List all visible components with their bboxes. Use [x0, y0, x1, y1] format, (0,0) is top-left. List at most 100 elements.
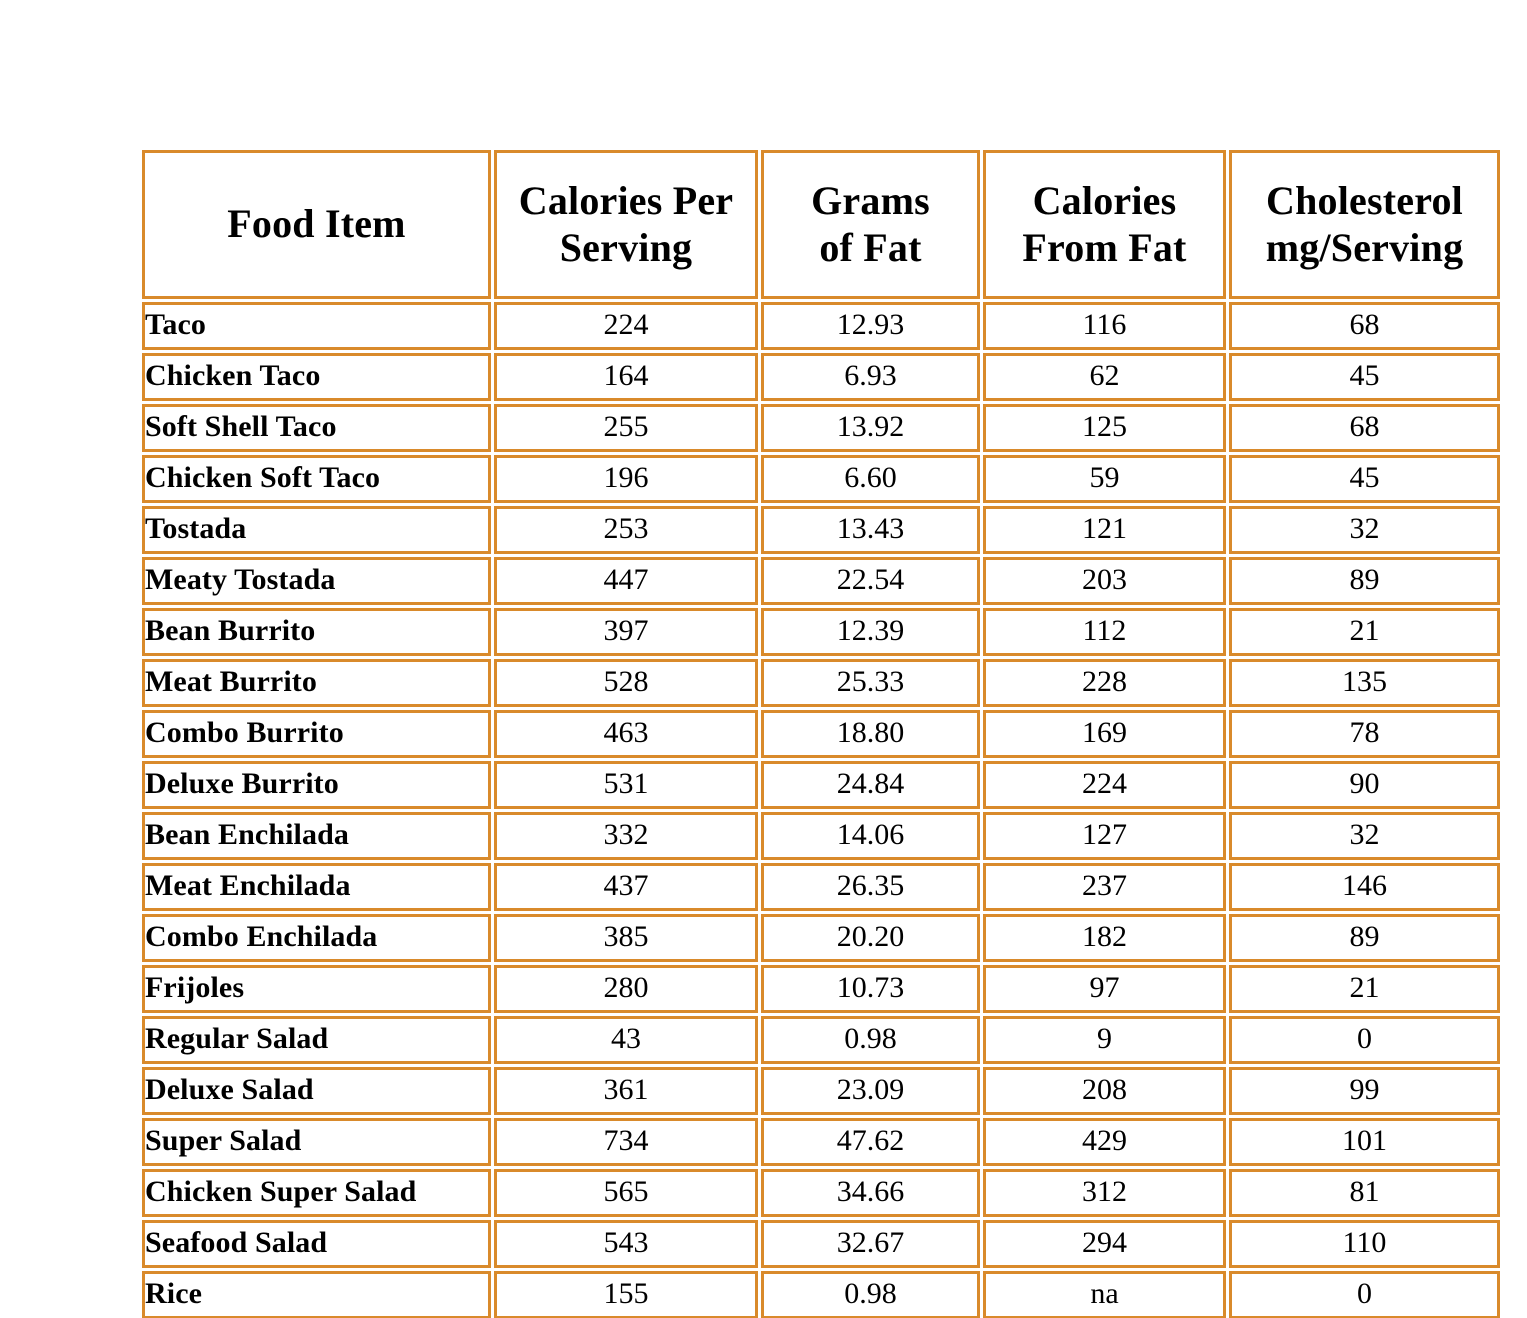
cell-grams_fat: 32.67	[761, 1220, 980, 1268]
table-row: Chicken Super Salad 565 34.66 312 81	[142, 1169, 1500, 1217]
cell-cholesterol: 89	[1229, 557, 1500, 605]
cell-food-item: Tostada	[142, 506, 491, 554]
table-row: Bean Enchilada 332 14.06 127 32	[142, 812, 1500, 860]
cell-cal_fat: 224	[983, 761, 1226, 809]
cell-grams_fat: 34.66	[761, 1169, 980, 1217]
cell-cal_fat: 9	[983, 1016, 1226, 1064]
cell-cal_fat: 228	[983, 659, 1226, 707]
cell-cal_fat: 169	[983, 710, 1226, 758]
cell-food-item: Chicken Super Salad	[142, 1169, 491, 1217]
column-header-cholesterol-line-2: mg/Serving	[1265, 224, 1464, 270]
cell-calories: 43	[494, 1016, 758, 1064]
cell-cal_fat: 182	[983, 914, 1226, 962]
table-row: Combo Burrito 463 18.80 169 78	[142, 710, 1500, 758]
column-header-grams-fat-line-2: of Fat	[819, 224, 922, 270]
cell-cal_fat: 429	[983, 1118, 1226, 1166]
cell-cholesterol: 90	[1229, 761, 1500, 809]
table-row: Deluxe Salad 361 23.09 208 99	[142, 1067, 1500, 1115]
table-row: Seafood Salad 543 32.67 294 110	[142, 1220, 1500, 1268]
cell-cholesterol: 21	[1229, 608, 1500, 656]
column-header-food-item-line-1: Food Item	[227, 201, 406, 247]
cell-calories: 531	[494, 761, 758, 809]
cell-grams_fat: 12.39	[761, 608, 980, 656]
cell-cal_fat: 97	[983, 965, 1226, 1013]
cell-calories: 734	[494, 1118, 758, 1166]
cell-food-item: Chicken Soft Taco	[142, 455, 491, 503]
cell-calories: 528	[494, 659, 758, 707]
table-header-row: Food Item Calories Per Serving Grams of …	[142, 150, 1500, 299]
column-header-cal-from-fat-line-1: Calories	[1032, 178, 1177, 224]
cell-grams_fat: 24.84	[761, 761, 980, 809]
nutrition-table-container: Food Item Calories Per Serving Grams of …	[139, 147, 1503, 1318]
cell-calories: 332	[494, 812, 758, 860]
cell-cal_fat: 121	[983, 506, 1226, 554]
cell-grams_fat: 47.62	[761, 1118, 980, 1166]
cell-cholesterol: 99	[1229, 1067, 1500, 1115]
cell-cholesterol: 45	[1229, 353, 1500, 401]
table-row: Frijoles 280 10.73 97 21	[142, 965, 1500, 1013]
table-row: Rice 155 0.98 na 0	[142, 1271, 1500, 1318]
table-row: Meat Burrito 528 25.33 228 135	[142, 659, 1500, 707]
table-row: Chicken Soft Taco 196 6.60 59 45	[142, 455, 1500, 503]
cell-cholesterol: 0	[1229, 1016, 1500, 1064]
column-header-calories-per-serving: Calories Per Serving	[494, 150, 758, 299]
cell-grams_fat: 25.33	[761, 659, 980, 707]
cell-grams_fat: 26.35	[761, 863, 980, 911]
cell-cal_fat: 203	[983, 557, 1226, 605]
column-header-food-item: Food Item	[142, 150, 491, 299]
cell-grams_fat: 14.06	[761, 812, 980, 860]
table-row: Bean Burrito 397 12.39 112 21	[142, 608, 1500, 656]
table-row: Regular Salad 43 0.98 9 0	[142, 1016, 1500, 1064]
cell-food-item: Deluxe Burrito	[142, 761, 491, 809]
cell-grams_fat: 23.09	[761, 1067, 980, 1115]
cell-cholesterol: 32	[1229, 812, 1500, 860]
page-canvas: Food Item Calories Per Serving Grams of …	[0, 0, 1527, 1318]
cell-cholesterol: 68	[1229, 404, 1500, 452]
cell-food-item: Bean Enchilada	[142, 812, 491, 860]
cell-grams_fat: 13.92	[761, 404, 980, 452]
cell-grams_fat: 10.73	[761, 965, 980, 1013]
cell-grams_fat: 0.98	[761, 1271, 980, 1318]
cell-grams_fat: 6.60	[761, 455, 980, 503]
table-row: Taco 224 12.93 116 68	[142, 302, 1500, 350]
cell-food-item: Soft Shell Taco	[142, 404, 491, 452]
fast-food-nutrition-table: Food Item Calories Per Serving Grams of …	[139, 147, 1503, 1318]
cell-calories: 255	[494, 404, 758, 452]
cell-cholesterol: 45	[1229, 455, 1500, 503]
table-row: Super Salad 734 47.62 429 101	[142, 1118, 1500, 1166]
cell-food-item: Combo Burrito	[142, 710, 491, 758]
cell-calories: 280	[494, 965, 758, 1013]
cell-cal_fat: 312	[983, 1169, 1226, 1217]
cell-food-item: Meaty Tostada	[142, 557, 491, 605]
cell-cal_fat: 294	[983, 1220, 1226, 1268]
cell-cal_fat: 59	[983, 455, 1226, 503]
cell-food-item: Frijoles	[142, 965, 491, 1013]
cell-food-item: Deluxe Salad	[142, 1067, 491, 1115]
table-header: Food Item Calories Per Serving Grams of …	[142, 150, 1500, 299]
cell-cal_fat: 125	[983, 404, 1226, 452]
column-header-cal-from-fat-line-2: From Fat	[1022, 224, 1187, 270]
cell-food-item: Seafood Salad	[142, 1220, 491, 1268]
cell-cholesterol: 21	[1229, 965, 1500, 1013]
cell-calories: 253	[494, 506, 758, 554]
table-row: Tostada 253 13.43 121 32	[142, 506, 1500, 554]
cell-cal_fat: 112	[983, 608, 1226, 656]
column-header-cholesterol-line-1: Cholesterol	[1266, 178, 1463, 224]
cell-cal_fat: 208	[983, 1067, 1226, 1115]
cell-food-item: Combo Enchilada	[142, 914, 491, 962]
cell-food-item: Chicken Taco	[142, 353, 491, 401]
cell-cholesterol: 0	[1229, 1271, 1500, 1318]
cell-grams_fat: 13.43	[761, 506, 980, 554]
cell-grams_fat: 22.54	[761, 557, 980, 605]
cell-calories: 437	[494, 863, 758, 911]
column-header-cholesterol: Cholesterol mg/Serving	[1229, 150, 1500, 299]
table-row: Combo Enchilada 385 20.20 182 89	[142, 914, 1500, 962]
column-header-calories-line-1: Calories Per	[518, 178, 734, 224]
cell-food-item: Regular Salad	[142, 1016, 491, 1064]
cell-cal_fat: 237	[983, 863, 1226, 911]
cell-calories: 397	[494, 608, 758, 656]
cell-cholesterol: 89	[1229, 914, 1500, 962]
cell-grams_fat: 18.80	[761, 710, 980, 758]
table-row: Deluxe Burrito 531 24.84 224 90	[142, 761, 1500, 809]
cell-calories: 447	[494, 557, 758, 605]
